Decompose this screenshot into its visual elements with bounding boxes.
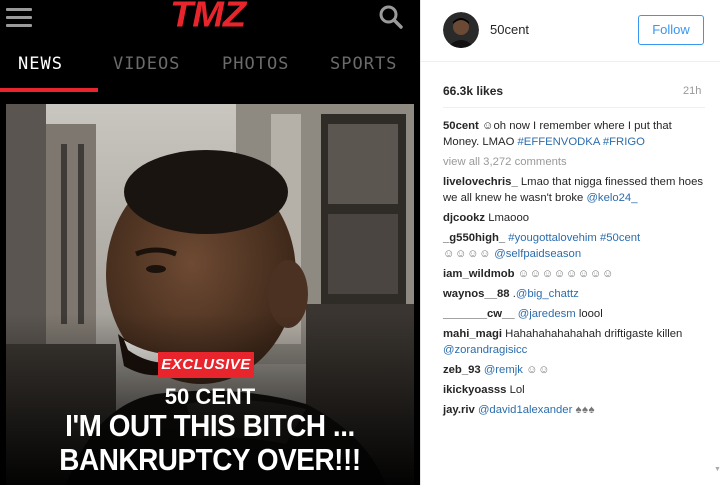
tmz-section-tabs: NEWS VIDEOS PHOTOS SPORTS	[0, 40, 420, 92]
scroll-down-arrow-icon[interactable]: ▼	[714, 466, 720, 473]
hamburger-menu-icon[interactable]	[6, 8, 32, 28]
post-caption: 50cent ☺oh now I remember where I put th…	[443, 118, 711, 150]
instagram-post-panel: 50cent Follow 66.3k likes 21h 50cent ☺oh…	[420, 0, 720, 485]
comment-mention[interactable]: @jaredesm	[518, 308, 576, 320]
caption-emoji: ☺	[481, 120, 494, 132]
caption-username[interactable]: 50cent	[443, 120, 479, 132]
comment: livelovechris_ Lmao that nigga finessed …	[443, 174, 711, 206]
comment-emoji: ☺☺☺☺☺☺☺☺	[517, 268, 614, 280]
tab-videos[interactable]: VIDEOS	[113, 54, 180, 74]
comment: iam_wildmob ☺☺☺☺☺☺☺☺	[443, 266, 711, 282]
comment-username[interactable]: mahi_magi	[443, 328, 502, 340]
comment: mahi_magi Hahahahahahahah driftigaste ki…	[443, 326, 711, 358]
exclusive-badge: EXCLUSIVE	[158, 352, 254, 378]
comment-username[interactable]: livelovechris_	[443, 176, 518, 188]
post-header: 50cent Follow	[421, 0, 720, 62]
comment: djcookz Lmaooo	[443, 210, 711, 226]
comment-mention[interactable]: @zorandragisicc	[443, 344, 527, 356]
headline-line-2[interactable]: I'M OUT THIS BITCH ...	[21, 408, 399, 444]
tab-photos[interactable]: PHOTOS	[222, 54, 289, 74]
divider	[443, 107, 705, 108]
tab-news[interactable]: NEWS	[18, 54, 63, 74]
comment-username[interactable]: ikickyoasss	[443, 384, 506, 396]
comment-emoji: ♠♠♠	[575, 404, 595, 416]
comment: _______cw__ @jaredesm loool	[443, 306, 711, 322]
tmz-logo[interactable]: TMZ	[170, 0, 246, 36]
comments-scrollbar[interactable]	[714, 0, 720, 485]
post-timestamp: 21h	[683, 85, 702, 97]
comment-emoji: ☺☺☺☺	[443, 248, 492, 260]
comment: ikickyoasss Lol	[443, 382, 711, 398]
comment-username[interactable]: _g550high_	[443, 232, 505, 244]
headline-line-3[interactable]: BANKRUPTCY OVER!!!	[21, 442, 399, 478]
comment-hashtags[interactable]: #yougottalovehim #50cent	[508, 232, 640, 244]
comment-username[interactable]: waynos__88	[443, 288, 510, 300]
caption-hashtags[interactable]: #EFFENVODKA #FRIGO	[518, 136, 645, 148]
comment-username[interactable]: iam_wildmob	[443, 268, 515, 280]
comment-mention[interactable]: @kelo24_	[586, 192, 637, 204]
comment-username[interactable]: _______cw__	[443, 308, 515, 320]
comment-mention[interactable]: @big_chattz	[516, 288, 579, 300]
tmz-app: TMZ NEWS VIDEOS PHOTOS SPORTS EXCLUSIVE …	[0, 0, 420, 485]
likes-count[interactable]: 66.3k likes	[443, 84, 503, 98]
search-icon[interactable]	[378, 4, 404, 30]
headline-line-1[interactable]: 50 CENT	[0, 384, 420, 410]
comment-text: Hahahahahahahah driftigaste killen	[502, 328, 683, 340]
view-all-comments-link[interactable]: view all 3,272 comments	[443, 154, 711, 170]
tab-sports[interactable]: SPORTS	[330, 54, 397, 74]
comment-username[interactable]: djcookz	[443, 212, 485, 224]
comment: _g550high_ #yougottalovehim #50cent ☺☺☺☺…	[443, 230, 711, 262]
comment-mention[interactable]: @remjk	[484, 364, 523, 376]
comment: jay.riv @david1alexander ♠♠♠	[443, 402, 711, 418]
comment-text: Lol	[506, 384, 525, 396]
comment: zeb_93 @remjk ☺☺	[443, 362, 711, 378]
comment-username[interactable]: zeb_93	[443, 364, 481, 376]
post-author-username[interactable]: 50cent	[490, 22, 529, 37]
follow-button[interactable]: Follow	[638, 15, 704, 45]
comment-mention[interactable]: @selfpaidseason	[494, 248, 581, 260]
comment-username[interactable]: jay.riv	[443, 404, 475, 416]
tmz-top-bar: TMZ	[0, 0, 420, 38]
comments-list: 50cent ☺oh now I remember where I put th…	[443, 118, 711, 422]
comment: waynos__88 .@big_chattz	[443, 286, 711, 302]
comment-text: Lmaooo	[485, 212, 530, 224]
comment-mention[interactable]: @david1alexander	[478, 404, 572, 416]
comment-emoji: ☺☺	[526, 364, 551, 376]
avatar[interactable]	[443, 12, 479, 48]
comment-text: loool	[575, 308, 603, 320]
